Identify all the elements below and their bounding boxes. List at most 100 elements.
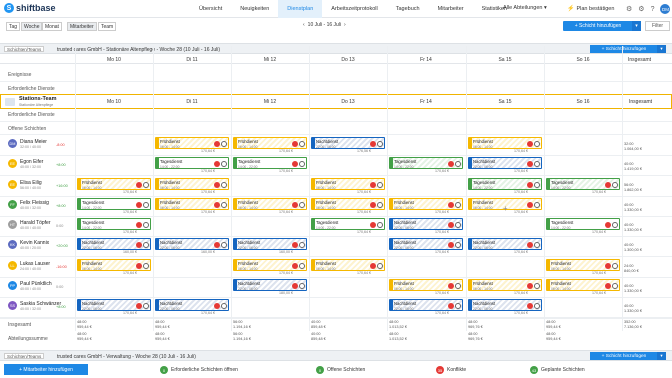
conflict-icon[interactable] bbox=[214, 201, 220, 208]
shift-block[interactable]: Frühdienst 06:00 - 14:00 bbox=[233, 137, 307, 149]
conflict-icon[interactable] bbox=[448, 160, 454, 167]
swap-icon[interactable] bbox=[377, 140, 383, 147]
shift-block[interactable]: Nachtdienst 22:00 - 06:00 bbox=[389, 238, 463, 250]
conflict-icon[interactable] bbox=[214, 241, 220, 248]
swap-icon[interactable] bbox=[455, 302, 461, 309]
gift-icon[interactable]: ⚙ bbox=[626, 5, 632, 13]
conflict-icon[interactable] bbox=[136, 241, 142, 248]
conflict-icon[interactable] bbox=[605, 282, 611, 289]
section-tag-2[interactable]: Schichten/Teams bbox=[4, 353, 45, 359]
status-indicator[interactable]: 35 Konflikte bbox=[436, 366, 466, 374]
conflict-icon[interactable] bbox=[605, 221, 611, 228]
swap-icon[interactable] bbox=[534, 201, 540, 208]
swap-icon[interactable] bbox=[299, 241, 305, 248]
shift-block[interactable]: Frühdienst 06:00 - 14:00 bbox=[311, 259, 385, 271]
shift-block[interactable]: Frühdienst 06:00 - 14:00 bbox=[468, 279, 542, 291]
settings-icon[interactable]: ⚙ bbox=[638, 5, 644, 13]
conflict-icon[interactable] bbox=[527, 282, 533, 289]
shift-block[interactable]: Frühdienst 06:00 - 14:00 bbox=[468, 137, 542, 149]
status-indicator[interactable]: 0 Erforderliche Schichten öffnen bbox=[160, 366, 238, 374]
view-week-button[interactable]: Woche bbox=[21, 22, 43, 31]
shift-block[interactable]: Frühdienst 06:00 - 14:00 bbox=[311, 178, 385, 190]
nav-item-1[interactable]: Neuigkeiten bbox=[231, 0, 278, 18]
swap-icon[interactable] bbox=[612, 282, 618, 289]
swap-icon[interactable] bbox=[377, 221, 383, 228]
swap-icon[interactable] bbox=[455, 201, 461, 208]
conflict-icon[interactable] bbox=[370, 262, 376, 269]
conflict-icon[interactable] bbox=[136, 262, 142, 269]
section-add-shift-dropdown-icon[interactable]: ▾ bbox=[657, 45, 666, 53]
station-team-row[interactable]: Stations-Team Stationäre Altenpflege Ins… bbox=[0, 94, 672, 109]
swap-icon[interactable] bbox=[534, 241, 540, 248]
conflict-icon[interactable] bbox=[214, 181, 220, 188]
section2-add-shift-dropdown-icon[interactable]: ▾ bbox=[657, 352, 666, 360]
swap-icon[interactable] bbox=[143, 201, 149, 208]
status-indicator[interactable]: 0 Offene Schichten bbox=[316, 366, 365, 374]
swap-icon[interactable] bbox=[143, 221, 149, 228]
department-filter-dropdown[interactable]: Alle Abteilungen ▾ bbox=[503, 5, 547, 11]
shift-block[interactable]: Frühdienst 06:00 - 14:00 bbox=[389, 279, 463, 291]
shift-block[interactable]: Nachtdienst 22:00 - 06:00 bbox=[389, 299, 463, 311]
swap-icon[interactable] bbox=[534, 140, 540, 147]
swap-icon[interactable] bbox=[299, 140, 305, 147]
group-team-button[interactable]: Team bbox=[98, 22, 117, 31]
shift-block[interactable]: Nachtdienst 22:00 - 06:00 bbox=[468, 299, 542, 311]
nav-item-0[interactable]: Übersicht bbox=[190, 0, 231, 18]
swap-icon[interactable] bbox=[299, 201, 305, 208]
swap-icon[interactable] bbox=[612, 221, 618, 228]
swap-icon[interactable] bbox=[221, 181, 227, 188]
conflict-icon[interactable] bbox=[370, 140, 376, 147]
conflict-icon[interactable] bbox=[292, 140, 298, 147]
shift-block[interactable]: Nachtdienst 22:00 - 06:00 bbox=[77, 238, 151, 250]
swap-icon[interactable] bbox=[455, 241, 461, 248]
conflict-icon[interactable] bbox=[136, 221, 142, 228]
shift-block[interactable]: Frühdienst 06:00 - 14:00 bbox=[155, 178, 229, 190]
shift-block[interactable]: Frühdienst 06:00 - 14:00 bbox=[233, 198, 307, 210]
swap-icon[interactable] bbox=[612, 262, 618, 269]
confirm-plan-button[interactable]: ⚡ Plan bestätigen bbox=[567, 5, 614, 13]
swap-icon[interactable] bbox=[143, 181, 149, 188]
shift-block[interactable]: Tagesdienst 14:00 - 22:00 bbox=[468, 178, 542, 190]
section-add-shift-button[interactable]: + Schicht hinzufügen bbox=[590, 45, 658, 53]
swap-icon[interactable] bbox=[455, 282, 461, 289]
shift-block[interactable]: Tagesdienst 14:00 - 22:00 bbox=[389, 157, 463, 169]
shift-block[interactable]: Frühdienst 06:00 - 14:00 bbox=[77, 259, 151, 271]
conflict-icon[interactable] bbox=[448, 201, 454, 208]
shift-block[interactable]: Frühdienst 06:00 - 14:00 bbox=[546, 259, 620, 271]
swap-icon[interactable] bbox=[221, 140, 227, 147]
shift-block[interactable]: Frühdienst 06:00 - 14:00 bbox=[155, 137, 229, 149]
shift-block[interactable]: Nachtdienst 22:00 - 06:00 bbox=[468, 157, 542, 169]
view-day-button[interactable]: Tag bbox=[6, 22, 21, 31]
shift-block[interactable]: Tagesdienst 14:00 - 22:00 bbox=[77, 218, 151, 230]
swap-icon[interactable] bbox=[143, 262, 149, 269]
shift-block[interactable]: Nachtdienst 22:00 - 06:00 bbox=[155, 238, 229, 250]
conflict-icon[interactable] bbox=[214, 302, 220, 309]
conflict-icon[interactable] bbox=[292, 282, 298, 289]
user-avatar[interactable]: DM bbox=[660, 4, 671, 14]
section-tag[interactable]: Schichten/Teams bbox=[4, 46, 45, 52]
swap-icon[interactable] bbox=[455, 160, 461, 167]
status-indicator[interactable]: 43 Geplante Schichten bbox=[530, 366, 585, 374]
add-employee-button[interactable]: + Mitarbeiter hinzufügen bbox=[4, 364, 88, 375]
conflict-icon[interactable] bbox=[605, 262, 611, 269]
swap-icon[interactable] bbox=[221, 241, 227, 248]
employee-row[interactable]: DM Diana Meier 32:00 / 40:00 -8:00 bbox=[0, 135, 75, 155]
add-shift-cell-icon[interactable]: + bbox=[503, 204, 508, 213]
employee-row[interactable]: PP Paul Pünktlich 40:00 / 40:00 0:00 bbox=[0, 277, 75, 297]
swap-icon[interactable] bbox=[377, 181, 383, 188]
conflict-icon[interactable] bbox=[527, 140, 533, 147]
shift-block[interactable]: Tagesdienst 14:00 - 22:00 bbox=[77, 198, 151, 210]
shift-block[interactable]: Nachtdienst 22:00 - 06:00 bbox=[77, 299, 151, 311]
swap-icon[interactable] bbox=[299, 282, 305, 289]
swap-icon[interactable] bbox=[143, 302, 149, 309]
next-week-icon[interactable]: › bbox=[344, 22, 346, 28]
swap-icon[interactable] bbox=[534, 302, 540, 309]
employee-row[interactable]: SS Saskia Schwänzer 40:00 / 32:00 +8:00 bbox=[0, 297, 75, 317]
filter-button[interactable]: Filter bbox=[645, 21, 670, 31]
employee-row[interactable]: FF Felix Fleissig 40:00 / 32:00 +8:00 bbox=[0, 196, 75, 216]
swap-icon[interactable] bbox=[221, 160, 227, 167]
shift-block[interactable]: Tagesdienst 14:00 - 22:00 bbox=[233, 157, 307, 169]
conflict-icon[interactable] bbox=[214, 160, 220, 167]
employee-row[interactable]: EE Egon Eifer 40:00 / 32:00 +8:00 bbox=[0, 155, 75, 175]
nav-item-5[interactable]: Mitarbeiter bbox=[429, 0, 473, 18]
